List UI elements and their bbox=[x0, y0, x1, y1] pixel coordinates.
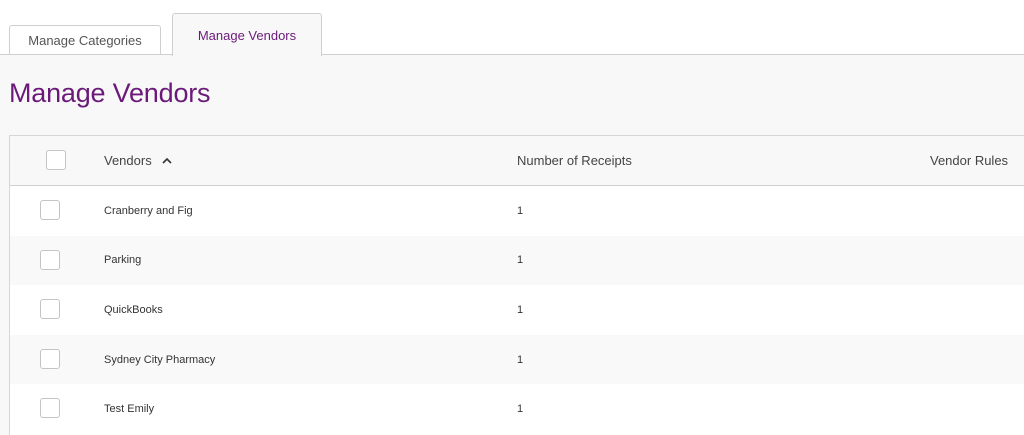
vendor-name: Sydney City Pharmacy bbox=[104, 353, 216, 366]
vendor-name: Parking bbox=[104, 254, 142, 267]
table-row[interactable]: Cranberry and Fig 1 bbox=[10, 186, 1024, 236]
row-checkbox[interactable] bbox=[40, 249, 60, 270]
column-header-label: Vendors bbox=[104, 153, 152, 168]
row-checkbox[interactable] bbox=[40, 299, 60, 320]
page-title: Manage Vendors bbox=[9, 78, 211, 108]
receipt-count: 1 bbox=[517, 303, 524, 316]
table-row[interactable]: Test Emily 1 bbox=[10, 384, 1024, 434]
tab-divider bbox=[0, 54, 1024, 55]
receipt-count: 1 bbox=[517, 403, 524, 416]
table-row[interactable]: Sydney City Pharmacy 1 bbox=[10, 334, 1024, 385]
table-header: Vendors Number of Receipts Vendor Rules bbox=[10, 136, 1024, 186]
vendor-name: QuickBooks bbox=[104, 303, 163, 316]
column-header-receipts[interactable]: Number of Receipts bbox=[517, 136, 632, 185]
column-header-label: Vendor Rules bbox=[930, 153, 1009, 168]
column-header-vendors[interactable]: Vendors bbox=[104, 136, 172, 185]
tab-manage-vendors[interactable]: Manage Vendors bbox=[172, 13, 322, 56]
table-row[interactable]: Parking 1 bbox=[10, 235, 1024, 286]
receipt-count: 1 bbox=[517, 254, 524, 267]
table-row[interactable]: QuickBooks 1 bbox=[10, 285, 1024, 335]
vendor-name: Cranberry and Fig bbox=[104, 204, 193, 217]
vendor-name: Test Emily bbox=[104, 403, 155, 416]
tab-label: Manage Vendors bbox=[197, 27, 297, 43]
receipt-count: 1 bbox=[517, 204, 524, 217]
column-header-vendor-rules[interactable]: Vendor Rules bbox=[930, 136, 1008, 185]
select-all-checkbox[interactable] bbox=[46, 150, 66, 170]
tab-label: Manage Categories bbox=[28, 33, 142, 48]
chevron-up-icon[interactable] bbox=[162, 156, 172, 166]
vendors-table: Vendors Number of Receipts Vendor Rules … bbox=[9, 135, 1024, 435]
row-checkbox[interactable] bbox=[40, 398, 60, 419]
column-header-label: Number of Receipts bbox=[517, 153, 632, 168]
tab-bar: Manage Categories Manage Vendors bbox=[0, 0, 1024, 56]
receipt-count: 1 bbox=[517, 353, 524, 366]
page: Manage Categories Manage Vendors Manage … bbox=[0, 0, 1024, 435]
row-checkbox[interactable] bbox=[40, 200, 60, 220]
row-checkbox[interactable] bbox=[40, 348, 60, 369]
tab-manage-categories[interactable]: Manage Categories bbox=[9, 25, 161, 55]
